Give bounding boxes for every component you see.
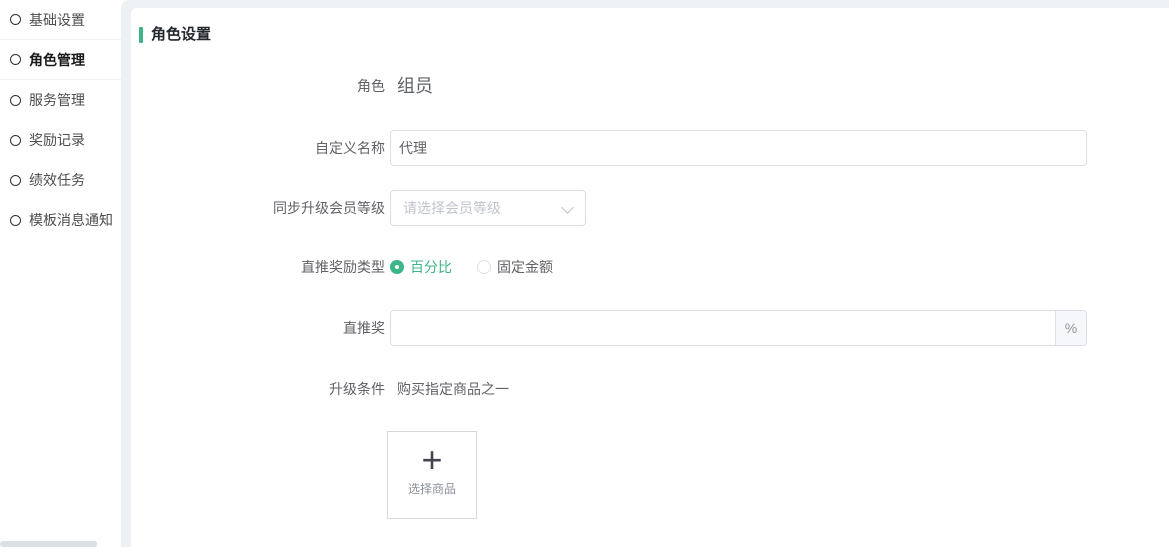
upgrade-condition-label: 升级条件 <box>131 381 385 397</box>
sidebar-item-template-message-notice[interactable]: 模板消息通知 <box>0 200 121 240</box>
circle-icon <box>10 95 21 106</box>
role-value: 组员 <box>397 73 433 99</box>
direct-reward-input[interactable] <box>391 311 1055 345</box>
circle-icon <box>10 135 21 146</box>
member-level-label: 同步升级会员等级 <box>131 190 385 226</box>
sidebar-item-performance-tasks[interactable]: 绩效任务 <box>0 160 121 200</box>
circle-icon <box>10 215 21 226</box>
percent-suffix: % <box>1055 311 1086 345</box>
circle-icon <box>10 14 21 25</box>
sidebar: 基础设置 角色管理 服务管理 奖励记录 绩效任务 模板消息通知 <box>0 0 121 547</box>
radio-dot <box>395 265 399 269</box>
select-product-button[interactable]: + 选择商品 <box>387 431 477 519</box>
radio-option-fixed-amount[interactable]: 固定金额 <box>497 259 553 275</box>
circle-icon <box>10 175 21 186</box>
custom-name-label: 自定义名称 <box>131 130 385 166</box>
chevron-down-icon <box>561 201 574 214</box>
sidebar-item-reward-records[interactable]: 奖励记录 <box>0 120 121 160</box>
sidebar-item-label: 服务管理 <box>29 90 85 110</box>
member-level-placeholder: 请选择会员等级 <box>403 191 501 225</box>
sidebar-item-label: 模板消息通知 <box>29 210 113 230</box>
radio-option-percentage[interactable]: 百分比 <box>410 259 452 275</box>
sidebar-item-label: 绩效任务 <box>29 170 85 190</box>
reward-type-label: 直推奖励类型 <box>131 259 385 275</box>
page-title: 角色设置 <box>151 26 211 44</box>
direct-reward-input-group: % <box>390 310 1087 346</box>
section-title-accent-bar <box>139 27 143 43</box>
sidebar-item-label: 角色管理 <box>29 50 85 70</box>
radio-selected-icon[interactable] <box>390 260 404 274</box>
plus-icon: + <box>388 440 476 480</box>
sidebar-item-label: 基础设置 <box>29 10 85 30</box>
horizontal-scrollbar-thumb[interactable] <box>0 541 97 547</box>
circle-icon <box>10 54 21 65</box>
role-label: 角色 <box>131 76 385 96</box>
sidebar-item-label: 奖励记录 <box>29 130 85 150</box>
select-product-label: 选择商品 <box>388 482 476 496</box>
custom-name-input[interactable] <box>390 130 1087 166</box>
sidebar-item-role-management[interactable]: 角色管理 <box>0 40 121 80</box>
sidebar-item-service-management[interactable]: 服务管理 <box>0 80 121 120</box>
sidebar-item-basic-settings[interactable]: 基础设置 <box>0 0 121 40</box>
radio-icon[interactable] <box>477 260 491 274</box>
direct-reward-label: 直推奖 <box>131 310 385 346</box>
member-level-select[interactable]: 请选择会员等级 <box>390 190 586 226</box>
upgrade-condition-value: 购买指定商品之一 <box>397 381 509 397</box>
